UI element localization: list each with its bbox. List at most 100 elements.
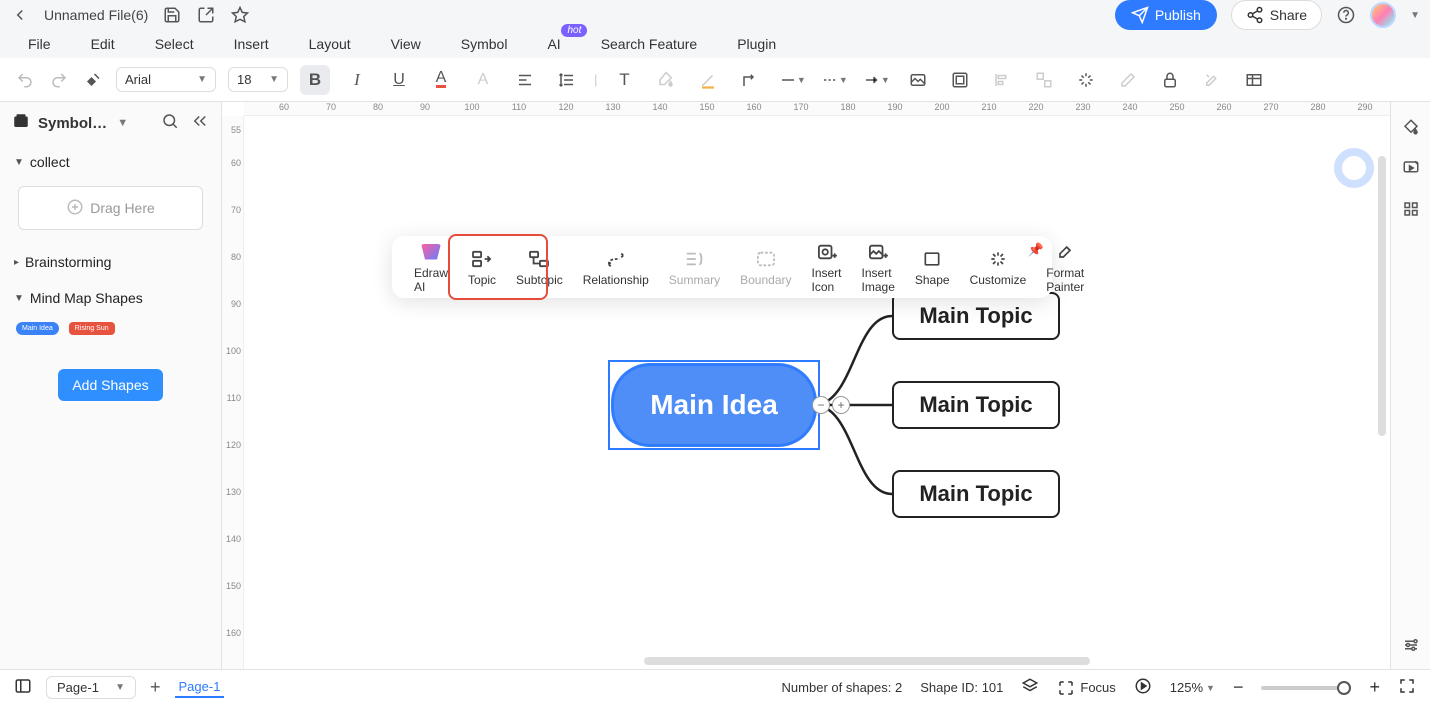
redo-icon[interactable]	[48, 69, 70, 91]
menu-view[interactable]: View	[391, 36, 421, 52]
fullscreen-icon[interactable]	[1398, 677, 1416, 698]
horizontal-scrollbar[interactable]	[644, 657, 1090, 665]
export-icon[interactable]	[196, 5, 216, 25]
settings-lines-icon[interactable]	[1402, 636, 1420, 657]
theme-fill-icon[interactable]	[1402, 118, 1420, 139]
image-insert-button[interactable]	[903, 65, 933, 95]
lock-button[interactable]	[1155, 65, 1185, 95]
text-box-button[interactable]: T	[609, 65, 639, 95]
edit-button[interactable]	[1113, 65, 1143, 95]
zoom-out-button[interactable]: −	[1233, 677, 1244, 698]
outline-icon[interactable]	[14, 677, 32, 698]
page-select[interactable]: Page-1 ▼	[46, 676, 136, 699]
menu-ai[interactable]: AI hot	[547, 36, 560, 52]
summary-icon	[683, 248, 705, 270]
page-tab-active[interactable]: Page-1	[175, 677, 225, 698]
italic-button[interactable]: I	[342, 65, 372, 95]
focus-button[interactable]: Focus	[1057, 679, 1115, 697]
fill-color-button[interactable]	[651, 65, 681, 95]
menu-plugin[interactable]: Plugin	[737, 36, 776, 52]
section-collect[interactable]: ▼ collect	[0, 144, 221, 180]
pin-icon[interactable]: 📌	[1028, 242, 1044, 258]
arrow-style-button[interactable]: ▼	[861, 65, 891, 95]
connector-button[interactable]	[735, 65, 765, 95]
shape-thumb-rising-sun[interactable]: Rising Sun	[69, 322, 115, 335]
menu-edit[interactable]: Edit	[91, 36, 115, 52]
add-shapes-button[interactable]: Add Shapes	[58, 369, 162, 401]
expand-handle-icon[interactable]: +	[832, 396, 850, 414]
menu-insert[interactable]: Insert	[234, 36, 269, 52]
font-size-select[interactable]: 18 ▼	[228, 67, 288, 92]
section-mind-map-shapes[interactable]: ▼ Mind Map Shapes	[0, 280, 221, 316]
section-mind-map-shapes-label: Mind Map Shapes	[30, 290, 143, 306]
horizontal-ruler: 60 70 80 90 100 110 120 130 140 150 160 …	[244, 102, 1390, 116]
avatar-chevron-icon[interactable]: ▼	[1410, 10, 1420, 21]
menu-layout[interactable]: Layout	[309, 36, 351, 52]
add-page-button[interactable]: +	[150, 677, 161, 698]
dash-style-button[interactable]: ▼	[819, 65, 849, 95]
format-brush-icon[interactable]	[82, 69, 104, 91]
zoom-slider-knob[interactable]	[1337, 681, 1351, 695]
section-brainstorming[interactable]: ▸ Brainstorming	[0, 244, 221, 280]
star-icon[interactable]	[230, 5, 250, 25]
menu-symbol[interactable]: Symbol	[461, 36, 508, 52]
grid-apps-icon[interactable]	[1402, 200, 1420, 221]
table-button[interactable]	[1239, 65, 1269, 95]
help-icon[interactable]	[1336, 5, 1356, 25]
status-num-shapes: Number of shapes: 2	[782, 680, 903, 695]
tools-button[interactable]	[1197, 65, 1227, 95]
node-main-idea[interactable]: Main Idea	[614, 366, 814, 444]
line-spacing-button[interactable]	[552, 65, 582, 95]
collapse-handle-icon[interactable]: −	[812, 396, 830, 414]
node-topic-2[interactable]: Main Topic	[892, 381, 1060, 429]
line-style-button[interactable]: ▼	[777, 65, 807, 95]
ctx-format-painter[interactable]: Format Painter	[1036, 236, 1094, 298]
ctx-topic[interactable]: Topic	[458, 236, 506, 298]
ctx-insert-icon[interactable]: Insert Icon	[802, 236, 852, 298]
highlight-button[interactable]: A	[468, 65, 498, 95]
drag-here-target[interactable]: Drag Here	[18, 186, 203, 230]
share-button[interactable]: Share	[1231, 0, 1322, 30]
collapse-icon[interactable]	[191, 112, 209, 134]
zoom-value[interactable]: 125% ▼	[1170, 680, 1215, 695]
edraw-ai-icon	[421, 244, 441, 260]
container-button[interactable]	[945, 65, 975, 95]
canvas[interactable]: Main Idea − + Main Topic Main Topic Main…	[244, 116, 1390, 669]
layers-icon[interactable]	[1021, 677, 1039, 698]
hot-badge: hot	[561, 24, 587, 37]
zoom-in-button[interactable]: +	[1369, 677, 1380, 698]
chevron-down-icon[interactable]: ▼	[117, 117, 128, 129]
slideshow-icon[interactable]	[1402, 159, 1420, 180]
undo-icon[interactable]	[14, 69, 36, 91]
avatar[interactable]	[1370, 2, 1396, 28]
menu-search[interactable]: Search Feature	[601, 36, 698, 52]
ctx-insert-image[interactable]: Insert Image	[852, 236, 905, 298]
bold-button[interactable]: B	[300, 65, 330, 95]
publish-button[interactable]: Publish	[1115, 0, 1217, 30]
ai-sparkle-button[interactable]	[1071, 65, 1101, 95]
back-icon[interactable]	[10, 5, 30, 25]
align-objects-button[interactable]	[987, 65, 1017, 95]
node-topic-3[interactable]: Main Topic	[892, 470, 1060, 518]
play-icon[interactable]	[1134, 677, 1152, 698]
ctx-edraw-ai[interactable]: Edraw AI	[404, 236, 458, 298]
ctx-customize[interactable]: Customize	[960, 236, 1037, 298]
font-family-select[interactable]: Arial ▼	[116, 67, 216, 92]
search-icon[interactable]	[161, 112, 179, 134]
text-color-button[interactable]: A	[426, 65, 456, 95]
underline-button[interactable]: U	[384, 65, 414, 95]
vertical-scrollbar[interactable]	[1378, 156, 1386, 436]
insert-icon-icon	[816, 241, 838, 263]
line-color-button[interactable]	[693, 65, 723, 95]
ctx-shape[interactable]: Shape	[905, 236, 960, 298]
ctx-subtopic[interactable]: Subtopic	[506, 236, 573, 298]
ctx-relationship[interactable]: Relationship	[573, 236, 659, 298]
menu-select[interactable]: Select	[155, 36, 194, 52]
align-button[interactable]	[510, 65, 540, 95]
menu-file[interactable]: File	[28, 36, 51, 52]
zoom-slider[interactable]	[1261, 686, 1351, 690]
distribute-button[interactable]	[1029, 65, 1059, 95]
node-topic-1[interactable]: Main Topic	[892, 292, 1060, 340]
shape-thumb-main-idea[interactable]: Main Idea	[16, 322, 59, 335]
save-icon[interactable]	[162, 5, 182, 25]
